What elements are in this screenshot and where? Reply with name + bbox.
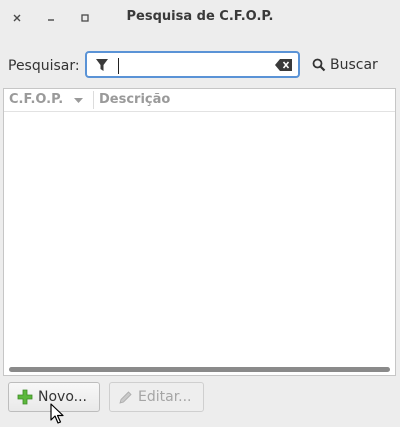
plus-icon bbox=[17, 389, 33, 405]
table-header: C.F.O.P. Descrição bbox=[4, 89, 395, 112]
edit-button-label: Editar... bbox=[138, 389, 192, 405]
column-separator bbox=[93, 91, 94, 109]
pencil-icon bbox=[119, 390, 132, 404]
sort-descending-icon bbox=[74, 98, 83, 103]
search-icon bbox=[312, 58, 326, 72]
title-bar: Pesquisa de C.F.O.P. bbox=[0, 0, 400, 37]
filter-icon[interactable] bbox=[95, 58, 109, 72]
window-title: Pesquisa de C.F.O.P. bbox=[126, 9, 274, 24]
edit-button[interactable]: Editar... bbox=[109, 382, 204, 412]
horizontal-scrollbar[interactable] bbox=[9, 367, 390, 372]
column-header-descricao[interactable]: Descrição bbox=[99, 92, 170, 107]
column-header-cfop[interactable]: C.F.O.P. bbox=[9, 92, 63, 107]
text-caret bbox=[118, 58, 119, 74]
search-label: Pesquisar: bbox=[8, 58, 80, 74]
mouse-pointer-icon bbox=[50, 403, 64, 424]
search-input[interactable] bbox=[85, 51, 300, 78]
search-button-label: Buscar bbox=[330, 57, 378, 73]
cfop-table[interactable]: C.F.O.P. Descrição bbox=[3, 88, 396, 376]
clear-text-icon[interactable] bbox=[275, 59, 292, 71]
search-button[interactable]: Buscar bbox=[312, 52, 390, 78]
